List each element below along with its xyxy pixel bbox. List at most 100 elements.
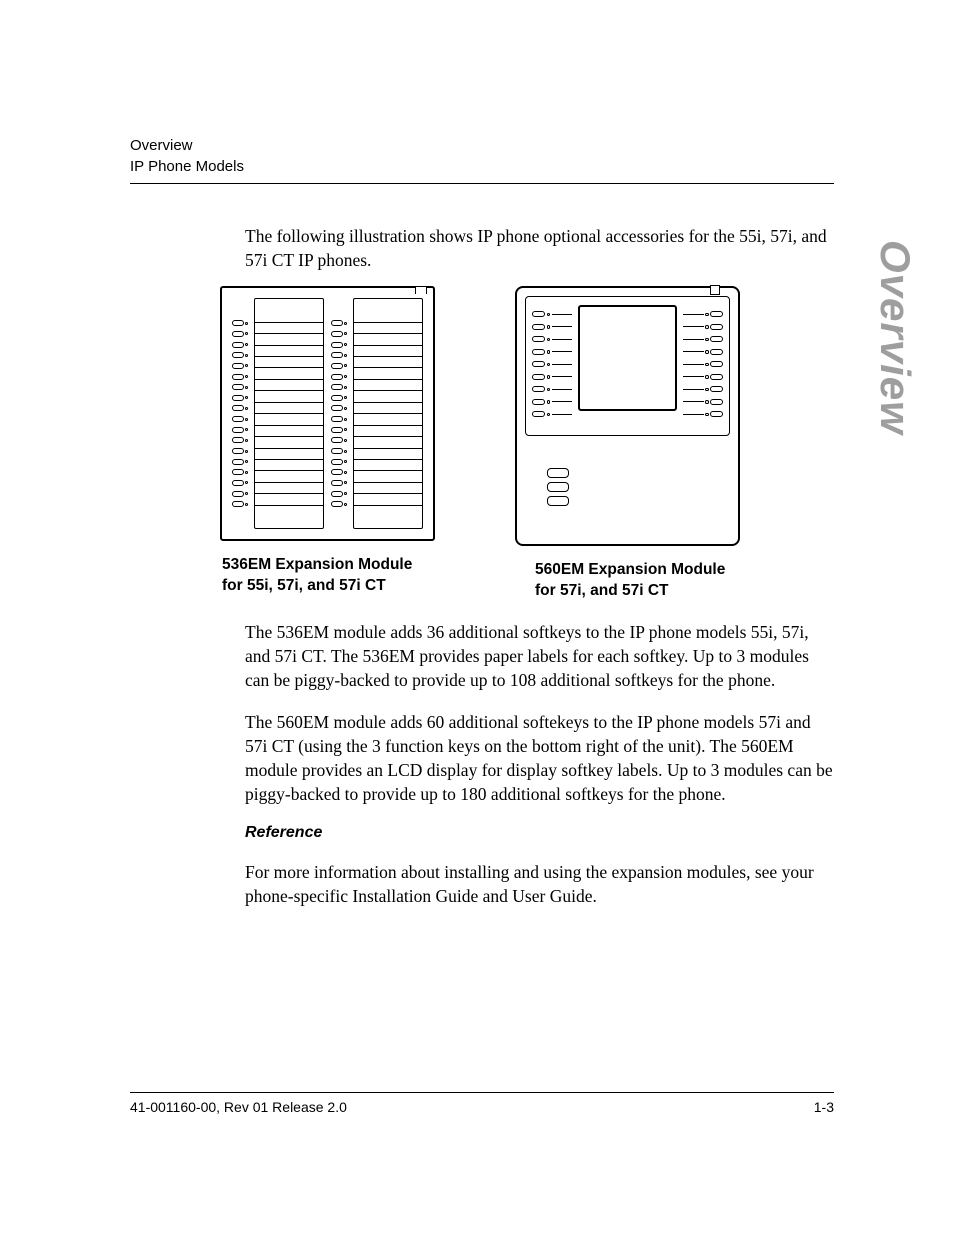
document-page: Overview IP Phone Models Overview The fo… <box>0 0 954 1235</box>
label-row <box>354 448 422 459</box>
fig536-right-group <box>331 298 423 529</box>
label-row <box>255 459 323 470</box>
softkey-icon <box>331 393 353 403</box>
label-row <box>255 436 323 447</box>
function-key-icon <box>547 496 569 506</box>
softkey-icon <box>331 318 353 328</box>
figure-536em-column: 536EM Expansion Module for 55i, 57i, and… <box>220 286 435 597</box>
footer-page-number: 1-3 <box>814 1099 834 1115</box>
softkey-icon <box>331 350 353 360</box>
softkey-icon <box>532 372 572 382</box>
softkey-icon <box>331 467 353 477</box>
fig560-function-keys <box>547 468 569 506</box>
label-row <box>354 482 422 493</box>
label-row <box>255 505 323 516</box>
figure-560em-module <box>515 286 740 546</box>
softkey-icon <box>683 334 723 344</box>
label-row <box>354 459 422 470</box>
function-key-icon <box>547 482 569 492</box>
fig536-labelcol <box>353 298 423 529</box>
softkey-icon <box>532 409 572 419</box>
softkey-icon <box>232 489 254 499</box>
page-footer: 41-001160-00, Rev 01 Release 2.0 1-3 <box>130 1092 834 1115</box>
figure-560em-column: 560EM Expansion Module for 57i, and 57i … <box>515 286 740 602</box>
fig560-keycol-right <box>683 309 723 419</box>
caption-line: 560EM Expansion Module <box>535 560 740 581</box>
fig536-keycol <box>232 298 254 529</box>
fig536-keycol <box>331 298 353 529</box>
caption-line: 536EM Expansion Module <box>222 555 435 576</box>
paragraph-536: The 536EM module adds 36 additional soft… <box>245 620 834 692</box>
label-row <box>255 356 323 367</box>
reference-paragraph: For more information about installing an… <box>245 860 834 908</box>
label-row <box>255 311 323 321</box>
figure-560em-caption: 560EM Expansion Module for 57i, and 57i … <box>535 560 740 602</box>
fig536-labelcol <box>254 298 324 529</box>
label-row <box>354 311 422 321</box>
softkey-icon <box>331 499 353 509</box>
softkey-icon <box>232 457 254 467</box>
footer-rule <box>130 1092 834 1093</box>
softkey-icon <box>331 340 353 350</box>
clip-icon <box>415 286 427 294</box>
header-line-2: IP Phone Models <box>130 156 834 177</box>
side-tab-overview: Overview <box>871 240 919 435</box>
softkey-icon <box>532 384 572 394</box>
softkey-icon <box>232 340 254 350</box>
label-row <box>255 379 323 390</box>
label-row <box>354 333 422 344</box>
fig560-keycol-left <box>532 309 572 419</box>
label-row <box>354 367 422 378</box>
header-line-1: Overview <box>130 135 834 156</box>
softkey-icon <box>683 372 723 382</box>
softkey-icon <box>532 334 572 344</box>
body-content: The following illustration shows IP phon… <box>245 224 834 908</box>
softkey-icon <box>232 414 254 424</box>
softkey-icon <box>683 309 723 319</box>
label-row <box>255 470 323 481</box>
softkey-icon <box>532 309 572 319</box>
label-row <box>354 356 422 367</box>
label-row <box>354 470 422 481</box>
softkey-icon <box>683 384 723 394</box>
softkey-icon <box>532 322 572 332</box>
softkey-icon <box>331 382 353 392</box>
softkey-icon <box>331 329 353 339</box>
label-row <box>354 390 422 401</box>
function-key-icon <box>547 468 569 478</box>
softkey-icon <box>232 446 254 456</box>
figures-row: 536EM Expansion Module for 55i, 57i, and… <box>220 286 834 602</box>
softkey-icon <box>331 361 353 371</box>
softkey-icon <box>331 446 353 456</box>
paragraph-560: The 560EM module adds 60 additional soft… <box>245 710 834 807</box>
softkey-icon <box>331 371 353 381</box>
label-row <box>354 379 422 390</box>
label-row <box>354 345 422 356</box>
softkey-icon <box>331 478 353 488</box>
fig560-top-panel <box>525 296 730 436</box>
caption-line: for 55i, 57i, and 57i CT <box>222 576 435 597</box>
softkey-icon <box>232 329 254 339</box>
softkey-icon <box>232 350 254 360</box>
softkey-icon <box>683 322 723 332</box>
label-row <box>354 505 422 516</box>
label-row <box>255 367 323 378</box>
softkey-icon <box>232 361 254 371</box>
softkey-icon <box>532 359 572 369</box>
softkey-icon <box>232 393 254 403</box>
softkey-icon <box>232 499 254 509</box>
label-row <box>255 345 323 356</box>
label-row <box>354 425 422 436</box>
softkey-icon <box>331 414 353 424</box>
softkey-icon <box>232 467 254 477</box>
reference-heading: Reference <box>245 824 834 842</box>
softkey-icon <box>232 425 254 435</box>
figure-536em-module <box>220 286 435 541</box>
label-row <box>255 390 323 401</box>
softkey-icon <box>683 409 723 419</box>
footer-doc-id: 41-001160-00, Rev 01 Release 2.0 <box>130 1099 347 1115</box>
softkey-icon <box>683 359 723 369</box>
softkey-icon <box>683 347 723 357</box>
caption-line: for 57i, and 57i CT <box>535 581 740 602</box>
label-row <box>255 448 323 459</box>
